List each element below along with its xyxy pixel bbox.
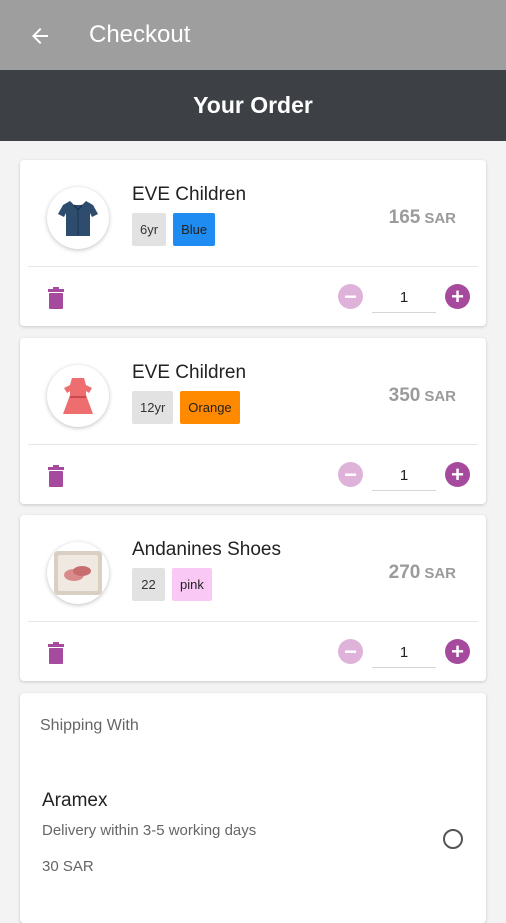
minus-icon: − bbox=[344, 461, 357, 487]
color-badge: Orange bbox=[180, 391, 240, 424]
app-bar: Checkout bbox=[0, 0, 506, 70]
shipping-price: 30 SAR bbox=[42, 858, 94, 875]
product-image bbox=[47, 187, 109, 249]
dress-icon bbox=[63, 378, 93, 414]
price-currency: SAR bbox=[424, 210, 456, 227]
shipping-description: Delivery within 3-5 working days bbox=[42, 822, 257, 839]
order-header: Your Order bbox=[0, 70, 506, 141]
price-value: 165 bbox=[388, 207, 421, 228]
shipping-carrier: Aramex bbox=[42, 790, 108, 811]
plus-icon: + bbox=[451, 283, 464, 309]
increase-qty-button[interactable]: + bbox=[445, 462, 470, 487]
product-name: Andanines Shoes bbox=[132, 539, 281, 560]
decrease-qty-button[interactable]: − bbox=[338, 284, 363, 309]
quantity-field[interactable] bbox=[372, 637, 436, 668]
price-value: 270 bbox=[388, 562, 421, 583]
color-badge: Blue bbox=[173, 213, 216, 246]
cart-item-card: Andanines Shoes 22 pink 270SAR − + bbox=[20, 515, 486, 681]
color-badge: pink bbox=[172, 568, 212, 601]
trash-icon bbox=[48, 642, 64, 664]
delete-button[interactable] bbox=[46, 642, 66, 664]
price-currency: SAR bbox=[424, 565, 456, 582]
page-title: Checkout bbox=[89, 21, 191, 48]
product-price: 165 SAR bbox=[389, 207, 456, 229]
size-badge: 6yr bbox=[132, 213, 167, 246]
price-value: 350 bbox=[388, 385, 421, 406]
product-name: EVE Children bbox=[132, 184, 247, 205]
back-button[interactable] bbox=[26, 22, 54, 50]
divider bbox=[28, 266, 478, 267]
decrease-qty-button[interactable]: − bbox=[338, 639, 363, 664]
shipping-card: Shipping With Aramex Delivery within 3-5… bbox=[20, 693, 486, 923]
divider bbox=[28, 444, 478, 445]
trash-icon bbox=[48, 287, 64, 309]
product-name: EVE Children bbox=[132, 362, 247, 383]
product-tags: 22 pink bbox=[132, 568, 212, 601]
shipping-option-radio[interactable] bbox=[443, 829, 463, 849]
trash-icon bbox=[48, 465, 64, 487]
divider bbox=[28, 621, 478, 622]
shirt-icon bbox=[58, 201, 98, 236]
price-currency: SAR bbox=[424, 388, 456, 405]
product-image bbox=[47, 365, 109, 427]
product-tags: 6yr Blue bbox=[132, 213, 216, 246]
increase-qty-button[interactable]: + bbox=[445, 639, 470, 664]
delete-button[interactable] bbox=[46, 287, 66, 309]
cart-item-card: EVE Children 6yr Blue 165SAR − + bbox=[20, 160, 486, 326]
quantity-field[interactable] bbox=[372, 282, 436, 313]
minus-icon: − bbox=[344, 283, 357, 309]
decrease-qty-button[interactable]: − bbox=[338, 462, 363, 487]
arrow-left-icon bbox=[32, 28, 48, 44]
product-price: 350 SAR bbox=[389, 385, 456, 407]
increase-qty-button[interactable]: + bbox=[445, 284, 470, 309]
product-tags: 12yr Orange bbox=[132, 391, 240, 424]
cart-item-card: EVE Children 12yr Orange 350SAR − + bbox=[20, 338, 486, 504]
plus-icon: + bbox=[451, 638, 464, 664]
product-image bbox=[47, 542, 109, 604]
minus-icon: − bbox=[344, 638, 357, 664]
delete-button[interactable] bbox=[46, 465, 66, 487]
plus-icon: + bbox=[451, 461, 464, 487]
shipping-label: Shipping With bbox=[40, 717, 139, 734]
size-badge: 22 bbox=[132, 568, 165, 601]
shoes-icon bbox=[54, 551, 102, 595]
size-badge: 12yr bbox=[132, 391, 174, 424]
quantity-field[interactable] bbox=[372, 460, 436, 491]
product-price: 270 SAR bbox=[389, 562, 456, 584]
